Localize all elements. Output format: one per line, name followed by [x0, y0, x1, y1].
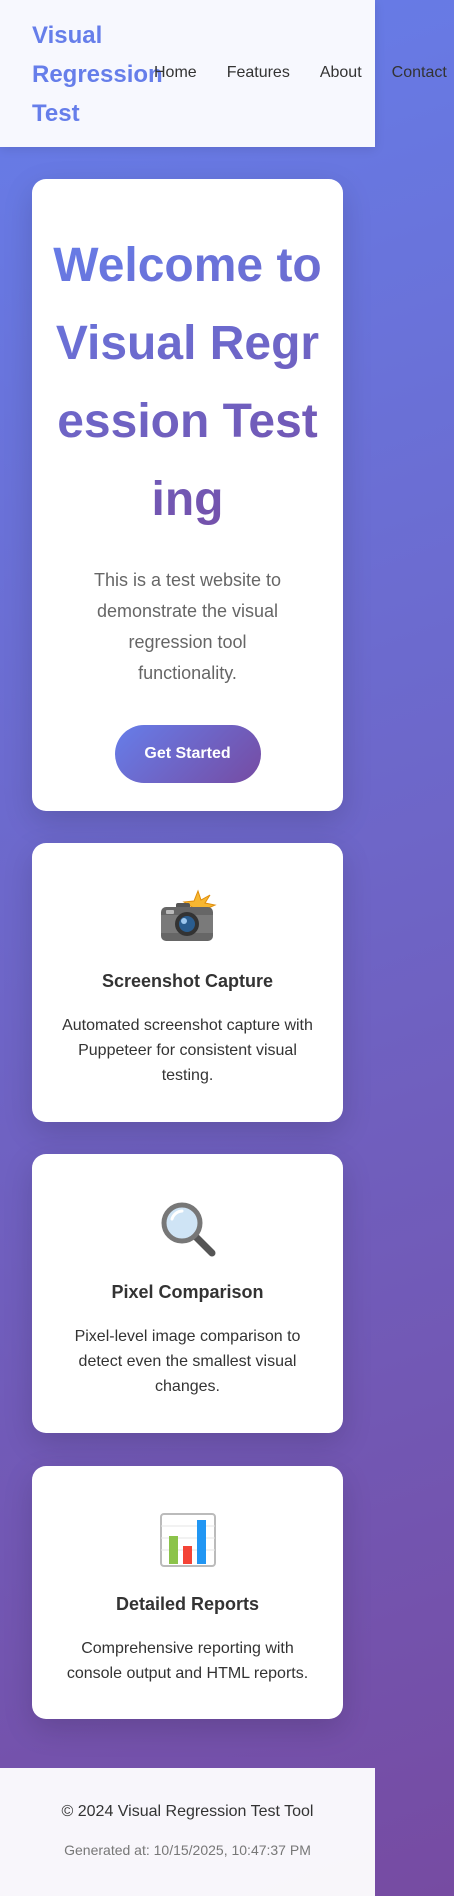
magnifying-glass-icon [56, 1198, 319, 1258]
feature-description: Comprehensive reporting with console out… [66, 1640, 309, 1682]
nav-link-home[interactable]: Home [154, 60, 197, 86]
get-started-button[interactable]: Get Started [114, 725, 261, 783]
page: Visual Regression Test Home Features Abo… [0, 0, 447, 1896]
site-footer: © 2024 Visual Regression Test Tool Gener… [0, 1768, 375, 1896]
feature-title: Detailed Reports [115, 1594, 260, 1614]
bar-chart-icon [56, 1510, 319, 1570]
footer-copyright: © 2024 Visual Regression Test Tool [61, 1803, 314, 1820]
feature-card-pixel: Pixel Comparison Pixel-level image compa… [32, 1154, 343, 1433]
feature-title: Screenshot Capture [101, 971, 274, 991]
nav-link-contact[interactable]: Contact [392, 60, 447, 86]
feature-card-reports: Detailed Reports Comprehensive reporting… [32, 1466, 343, 1719]
footer-generated-timestamp: Generated at: 10/15/2025, 10:47:37 PM [64, 1842, 311, 1858]
feature-title: Pixel Comparison [111, 1282, 264, 1302]
feature-description: Automated screenshot capture with Puppet… [62, 1017, 313, 1084]
site-logo[interactable]: Visual Regression Test [32, 16, 163, 133]
feature-card-screenshot: Screenshot Capture Automated screenshot … [32, 843, 343, 1122]
site-header: Visual Regression Test Home Features Abo… [0, 0, 447, 147]
nav-link-features[interactable]: Features [227, 60, 290, 86]
hero-description: This is a test website to demonstrate th… [93, 570, 282, 683]
camera-flash-icon [56, 887, 319, 947]
feature-description: Pixel-level image comparison to detect e… [74, 1328, 301, 1395]
nav-link-about[interactable]: About [320, 60, 362, 86]
main-nav: Home Features About Contact [154, 60, 454, 86]
hero-title: Welcome to Visual Regression Testing [52, 227, 323, 539]
hero-card: Welcome to Visual Regression Testing Thi… [32, 179, 343, 811]
